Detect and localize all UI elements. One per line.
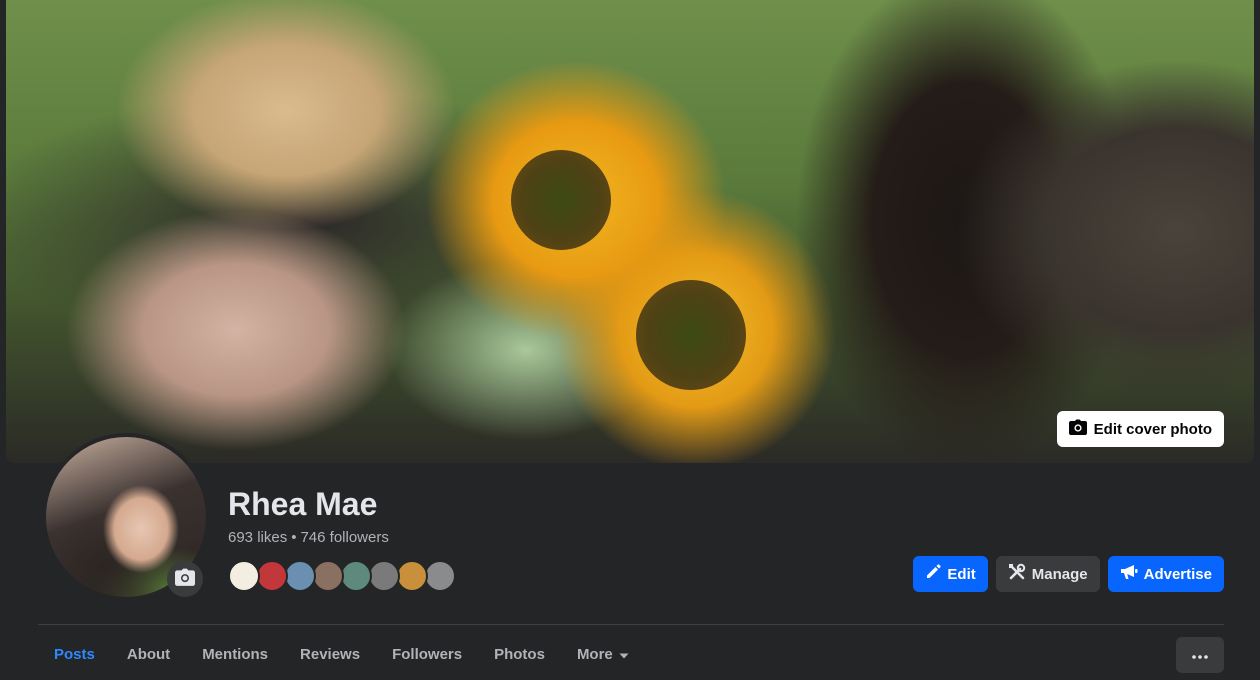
follower-avatar[interactable] [228,560,260,592]
follower-avatar[interactable] [396,560,428,592]
tab-about[interactable]: About [111,632,186,676]
followers-count[interactable]: 746 followers [300,529,388,546]
more-options-button[interactable] [1176,637,1224,673]
page-title: Rhea Mae [228,486,378,522]
follower-avatar[interactable] [312,560,344,592]
follower-avatar[interactable] [284,560,316,592]
tab-reviews[interactable]: Reviews [284,632,376,676]
tab-followers[interactable]: Followers [376,632,478,676]
tools-icon [1008,563,1026,585]
tab-mentions[interactable]: Mentions [186,632,284,676]
edit-button[interactable]: Edit [913,556,988,592]
manage-button-label: Manage [1031,565,1088,583]
camera-icon [175,568,195,591]
follower-avatars [228,560,456,592]
follower-avatar[interactable] [256,560,288,592]
pencil-icon [925,564,942,584]
tab-more[interactable]: More [561,632,645,676]
edit-button-label: Edit [947,565,976,583]
ellipsis-icon [1192,646,1208,664]
stats-separator: • [291,529,297,546]
divider [38,624,1224,625]
cover-sunflower-1 [511,150,611,250]
update-profile-picture-button[interactable] [167,561,203,597]
cover-sunflower-2 [636,280,746,390]
tab-posts[interactable]: Posts [38,632,111,676]
follower-avatar[interactable] [424,560,456,592]
tab-photos[interactable]: Photos [478,632,561,676]
page-stats: 693 likes • 746 followers [228,529,389,546]
follower-avatar[interactable] [340,560,372,592]
page-tabs: Posts About Mentions Reviews Followers P… [38,632,645,680]
megaphone-icon [1120,564,1138,584]
advertise-button-label: Advertise [1143,565,1212,583]
caret-down-icon [619,646,629,663]
edit-cover-photo-label: Edit cover photo [1093,420,1212,438]
cover-photo[interactable]: Edit cover photo [6,0,1254,463]
edit-cover-photo-button[interactable]: Edit cover photo [1056,411,1224,447]
camera-icon [1068,419,1087,439]
follower-avatar[interactable] [368,560,400,592]
likes-count[interactable]: 693 likes [228,529,287,546]
manage-button[interactable]: Manage [995,556,1100,592]
advertise-button[interactable]: Advertise [1107,556,1224,592]
page-actions: Edit Manage Advertise [913,556,1224,592]
